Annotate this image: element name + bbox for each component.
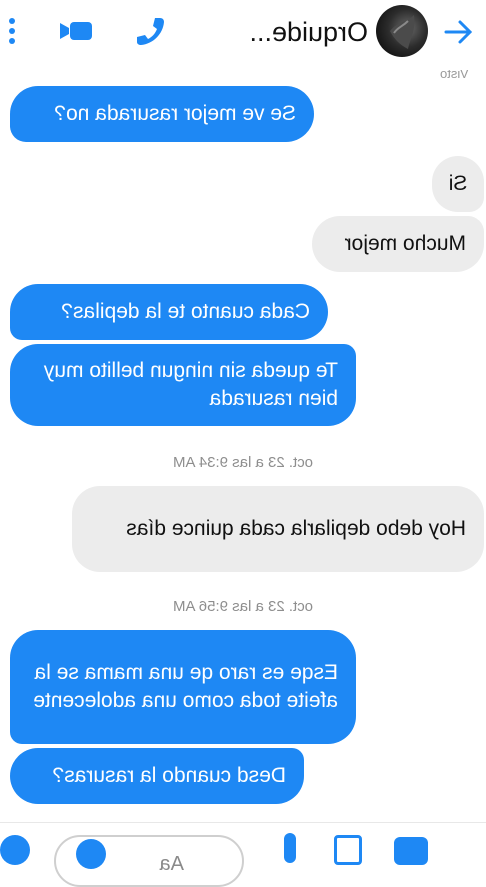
more-icon[interactable] — [4, 14, 20, 48]
message-bubble[interactable]: Esqe es raro qe una mama se la afeite to… — [10, 630, 356, 744]
emoji-icon[interactable] — [76, 839, 106, 869]
phone-icon[interactable] — [134, 14, 168, 48]
timestamp: oct. 23 a las 9:56 AM — [172, 598, 314, 615]
message-bubble[interactable]: Cada cuanto te la depilas? — [10, 284, 328, 340]
message-placeholder: Aa — [159, 853, 184, 875]
composer-bar: Aa — [0, 822, 486, 887]
mic-icon[interactable] — [284, 833, 296, 863]
video-camera-icon[interactable] — [56, 14, 96, 48]
avatar[interactable] — [376, 5, 428, 57]
mirrored-screen: Orquide... Visto Se ve mejor rasurada no… — [0, 0, 486, 887]
contact-name[interactable]: Orquide... — [238, 14, 368, 50]
camera-icon[interactable] — [394, 837, 428, 865]
timestamp: oct. 23 a las 9:34 AM — [172, 454, 314, 471]
message-list[interactable]: Visto Se ve mejor rasurada no? Si Mucho … — [0, 70, 486, 822]
seen-label: Visto — [440, 70, 469, 81]
message-bubble[interactable]: Se ve mejor rasurada no? — [10, 86, 314, 142]
message-bubble[interactable]: Si — [432, 156, 484, 212]
back-arrow-icon[interactable] — [440, 14, 476, 50]
image-icon[interactable] — [334, 835, 362, 865]
message-bubble[interactable]: Mucho mejor — [312, 216, 484, 272]
message-bubble[interactable]: Desd cuando la rasuras? — [10, 748, 304, 804]
conversation-header: Orquide... — [0, 0, 486, 71]
message-bubble[interactable]: Hoy debo depilarla cada quince días — [72, 486, 484, 572]
plus-icon[interactable] — [0, 835, 30, 865]
message-bubble[interactable]: Te queda sin ningun bellito muy bien ras… — [10, 344, 356, 426]
